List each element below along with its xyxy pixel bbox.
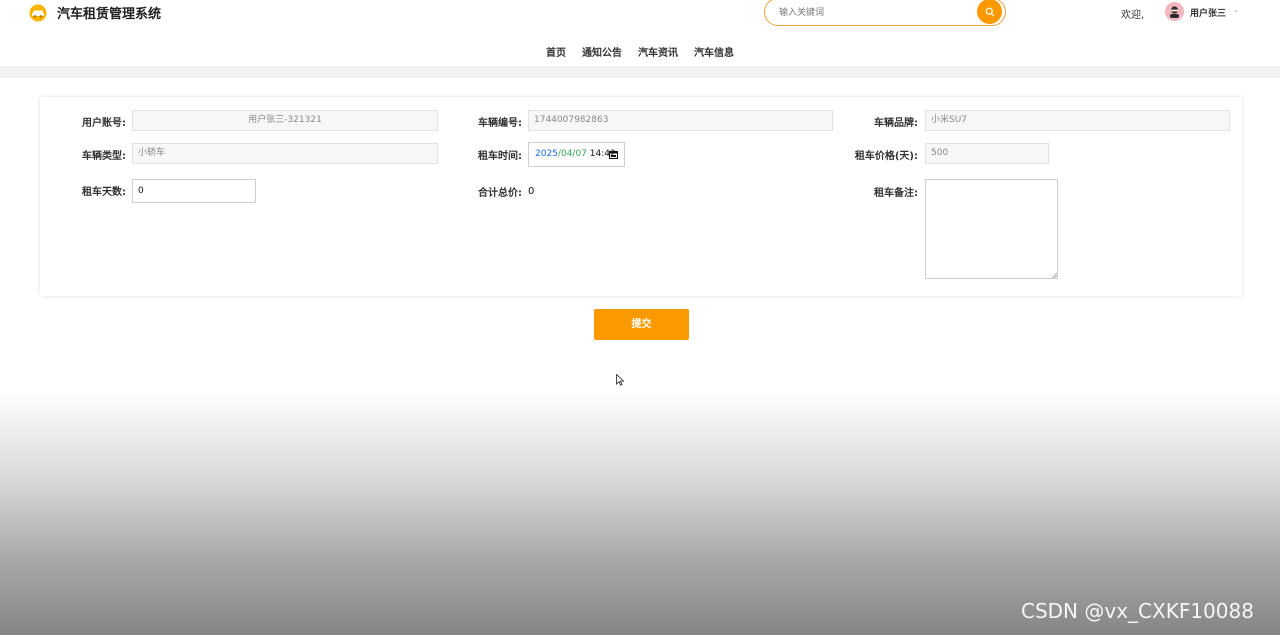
price-field[interactable]: 500 [925, 143, 1049, 164]
car-logo-icon [29, 4, 47, 22]
avatar[interactable] [1165, 2, 1184, 21]
search-icon [985, 7, 994, 16]
remark-textarea[interactable] [925, 179, 1058, 279]
app-title: 汽车租赁管理系统 [57, 7, 162, 22]
submit-button[interactable]: 提交 [594, 309, 689, 340]
total-label: 合计总价: [478, 188, 522, 199]
days-input[interactable]: 0 [132, 179, 256, 203]
search-box [764, 0, 1006, 26]
resize-grip-icon[interactable] [1051, 272, 1057, 278]
search-button[interactable] [977, 0, 1002, 24]
brand-label: 车辆品牌: [874, 118, 918, 129]
nav-item-car-news[interactable]: 汽车资讯 [638, 44, 678, 59]
total-value: 0 [528, 186, 535, 197]
rent-year: 2025 [535, 149, 558, 159]
rent-time-label: 租车时间: [478, 151, 522, 162]
user-avatar-icon [1165, 2, 1184, 21]
rent-day: 07 [575, 149, 587, 159]
username[interactable]: 用户张三 [1190, 6, 1226, 19]
nav-item-car-info[interactable]: 汽车信息 [694, 44, 734, 59]
nav-item-notices[interactable]: 通知公告 [582, 44, 622, 59]
price-label: 租车价格(天): [854, 151, 918, 162]
nav-item-home[interactable]: 首页 [546, 44, 566, 59]
top-header: 汽车租赁管理系统 欢迎, 用户张三 ⌄ 首页 通知公告 汽车资讯 汽车信息 [0, 0, 1280, 66]
chevron-down-icon[interactable]: ⌄ [1233, 6, 1239, 14]
watermark: CSDN @vx_CXKF10088 [1021, 599, 1254, 623]
remark-label: 租车备注: [874, 188, 918, 199]
mouse-cursor-icon [616, 374, 624, 386]
brand-field[interactable]: 小米SU7 [925, 110, 1230, 131]
type-label: 车辆类型: [82, 151, 126, 162]
type-field[interactable]: 小轿车 [132, 143, 438, 164]
rent-month: 04 [560, 149, 573, 159]
vehicle-no-field[interactable]: 1744007982863 [528, 110, 833, 131]
header-divider-band [0, 66, 1280, 78]
account-label: 用户账号: [82, 118, 126, 129]
vehicle-no-label: 车辆编号: [478, 118, 522, 129]
welcome-text: 欢迎, [1121, 10, 1145, 21]
days-label: 租车天数: [82, 187, 126, 198]
search-input[interactable] [777, 2, 971, 24]
main-nav: 首页 通知公告 汽车资讯 汽车信息 [0, 44, 1280, 62]
rent-time-input[interactable]: 2025/04/07 14:42 [528, 142, 625, 167]
calendar-icon[interactable] [609, 150, 618, 159]
account-field[interactable]: 用户张三-321321 [132, 110, 438, 131]
